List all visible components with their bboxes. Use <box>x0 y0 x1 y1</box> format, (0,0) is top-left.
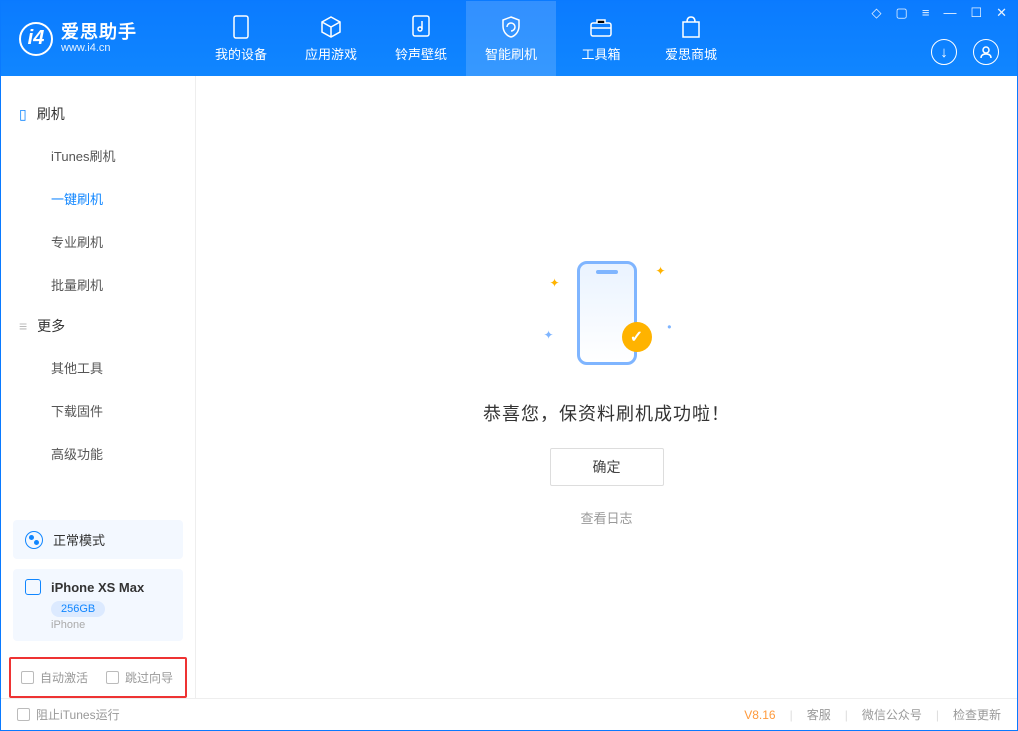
main-content: ✦ ✦ ✦ • ✓ 恭喜您，保资料刷机成功啦！ 确定 查看日志 <box>196 76 1017 698</box>
title-bar: i4 爱思助手 www.i4.cn 我的设备 应用游戏 铃声壁纸 智能刷机 工具… <box>1 1 1017 76</box>
lock-icon[interactable]: ▢ <box>896 5 908 21</box>
device-type: iPhone <box>51 619 171 631</box>
nav-ringtone-wallpaper[interactable]: 铃声壁纸 <box>376 1 466 76</box>
footer-link-wechat[interactable]: 微信公众号 <box>862 706 922 723</box>
logo: i4 爱思助手 www.i4.cn <box>1 22 196 56</box>
checkmark-badge-icon: ✓ <box>622 322 652 352</box>
checkbox-auto-activate[interactable]: 自动激活 <box>21 669 88 686</box>
cube-icon <box>319 15 343 39</box>
maximize-button[interactable]: ☐ <box>970 5 982 21</box>
nav-toolbox[interactable]: 工具箱 <box>556 1 646 76</box>
shirt-icon[interactable]: ◇ <box>872 5 882 21</box>
status-bar: 阻止iTunes运行 V8.16 | 客服 | 微信公众号 | 检查更新 <box>1 698 1017 730</box>
ok-button[interactable]: 确定 <box>550 448 664 486</box>
device-capacity: 256GB <box>51 601 105 617</box>
app-name: 爱思助手 <box>61 23 137 43</box>
sidebar-item-one-click-flash[interactable]: 一键刷机 <box>1 177 195 220</box>
refresh-shield-icon <box>499 15 523 39</box>
sidebar-item-other-tools[interactable]: 其他工具 <box>1 346 195 389</box>
mode-box[interactable]: 正常模式 <box>13 520 183 559</box>
sidebar-item-advanced[interactable]: 高级功能 <box>1 432 195 475</box>
sidebar-item-pro-flash[interactable]: 专业刷机 <box>1 220 195 263</box>
version-label: V8.16 <box>744 708 775 722</box>
footer-link-support[interactable]: 客服 <box>807 706 831 723</box>
checkbox-icon <box>17 708 30 721</box>
nav-store[interactable]: 爱思商城 <box>646 1 736 76</box>
device-name: iPhone XS Max <box>51 580 144 595</box>
logo-icon: i4 <box>19 22 53 56</box>
window-controls: ◇ ▢ ≡ — ☐ ✕ <box>872 5 1007 21</box>
menu-icon[interactable]: ≡ <box>922 5 930 21</box>
phone-icon: ▯ <box>19 106 27 123</box>
success-illustration: ✦ ✦ ✦ • ✓ <box>542 248 672 378</box>
bag-icon <box>679 15 703 39</box>
mode-label: 正常模式 <box>53 530 105 549</box>
checkbox-icon <box>21 671 34 684</box>
success-message: 恭喜您，保资料刷机成功啦！ <box>483 400 730 426</box>
nav-my-device[interactable]: 我的设备 <box>196 1 286 76</box>
footer-link-update[interactable]: 检查更新 <box>953 706 1001 723</box>
checkbox-icon <box>106 671 119 684</box>
header-actions: ↓ <box>931 39 999 65</box>
app-url: www.i4.cn <box>61 42 137 54</box>
toolbox-icon <box>589 15 613 39</box>
mode-icon <box>25 531 43 549</box>
music-icon <box>409 15 433 39</box>
close-button[interactable]: ✕ <box>996 5 1007 21</box>
sparkle-icon: ✦ <box>550 276 560 290</box>
device-icon <box>229 15 253 39</box>
nav-apps-games[interactable]: 应用游戏 <box>286 1 376 76</box>
sidebar-item-itunes-flash[interactable]: iTunes刷机 <box>1 134 195 177</box>
sparkle-icon: ✦ <box>544 328 554 342</box>
sidebar-item-batch-flash[interactable]: 批量刷机 <box>1 263 195 306</box>
sparkle-icon: • <box>667 320 671 334</box>
sidebar-item-download-firmware[interactable]: 下载固件 <box>1 389 195 432</box>
sidebar-section-more: ≡ 更多 <box>1 306 195 346</box>
device-icon <box>25 579 41 595</box>
download-button[interactable]: ↓ <box>931 39 957 65</box>
sparkle-icon: ✦ <box>655 264 665 278</box>
checkbox-block-itunes[interactable]: 阻止iTunes运行 <box>17 706 120 723</box>
device-box[interactable]: iPhone XS Max 256GB iPhone <box>13 569 183 641</box>
nav-smart-flash[interactable]: 智能刷机 <box>466 1 556 76</box>
user-button[interactable] <box>973 39 999 65</box>
sidebar-section-flash: ▯ 刷机 <box>1 94 195 134</box>
checkbox-skip-guide[interactable]: 跳过向导 <box>106 669 173 686</box>
minimize-button[interactable]: — <box>943 5 956 21</box>
sidebar: ▯ 刷机 iTunes刷机 一键刷机 专业刷机 批量刷机 ≡ 更多 其他工具 下… <box>1 76 196 698</box>
main-nav: 我的设备 应用游戏 铃声壁纸 智能刷机 工具箱 爱思商城 <box>196 1 736 76</box>
flash-options-highlight: 自动激活 跳过向导 <box>9 657 187 698</box>
view-log-link[interactable]: 查看日志 <box>580 508 632 527</box>
list-icon: ≡ <box>19 318 27 334</box>
